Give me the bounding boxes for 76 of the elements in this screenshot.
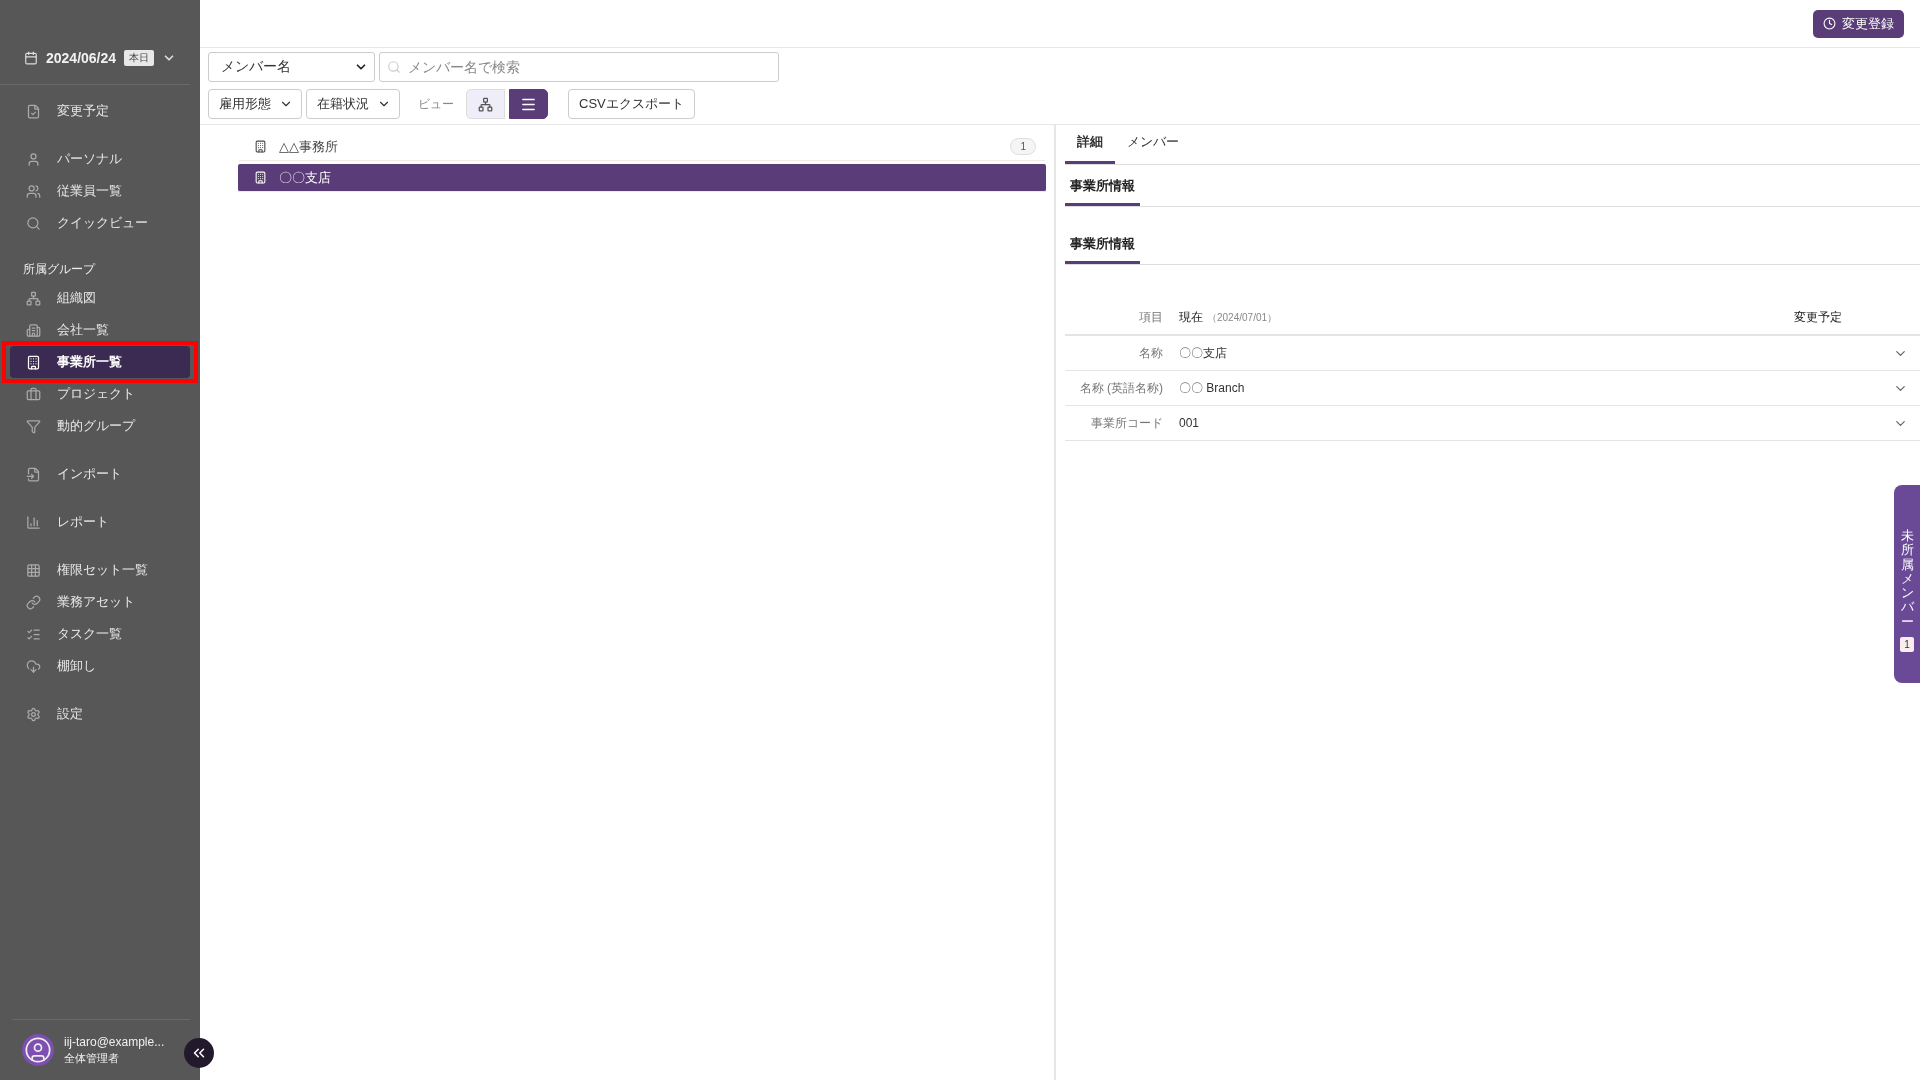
calendar-icon — [24, 51, 38, 65]
tree-view-button[interactable] — [466, 89, 505, 119]
count-badge: 1 — [1010, 138, 1036, 155]
group-label: 所属グループ — [22, 261, 97, 278]
nav-item[interactable]: 棚卸し — [10, 650, 190, 682]
field-label: 名称 (英語名称) — [1078, 379, 1163, 397]
count-badge: 1 — [1900, 637, 1914, 653]
side-tab-label: 未所属メンバー — [1900, 529, 1914, 630]
csv-export-button[interactable]: CSVエクスポート — [568, 89, 695, 119]
search-icon — [387, 60, 401, 74]
collapse-button[interactable] — [184, 1038, 214, 1068]
nav-item[interactable]: プロジェクト — [10, 378, 190, 410]
bar-chart-icon — [26, 514, 41, 530]
nav-item[interactable]: 事業所一覧 — [10, 346, 190, 378]
tree-item-label: △△事務所 — [279, 137, 339, 156]
user-email: iij-taro@example... — [64, 1034, 165, 1049]
nav-item[interactable]: 動的グループ — [10, 410, 190, 442]
cloud-download-icon — [26, 658, 41, 674]
field-label: 名称 — [1138, 344, 1163, 362]
field-value: 〇〇支店 — [1179, 344, 1228, 362]
checklist-icon — [26, 626, 41, 642]
hierarchy-icon — [26, 290, 41, 306]
search-icon — [26, 215, 41, 231]
nav-item[interactable]: 変更予定 — [10, 95, 190, 127]
view-label: ビュー — [418, 95, 454, 113]
clock-icon — [1823, 17, 1836, 30]
document-icon — [26, 103, 41, 119]
search-by-select[interactable]: メンバー名 — [208, 52, 375, 82]
nav-item[interactable]: 従業員一覧 — [10, 175, 190, 207]
nav-item[interactable]: 設定 — [10, 698, 190, 730]
column-date: （2024/07/01） — [1207, 311, 1278, 325]
unassigned-members-tab[interactable]: 未所属メンバー 1 — [1894, 485, 1920, 683]
hierarchy-icon — [478, 96, 493, 112]
filter-dropdown[interactable]: 雇用形態 — [208, 89, 302, 119]
briefcase-icon — [26, 386, 41, 402]
column-header: 項目 — [1138, 309, 1163, 326]
field-label: 事業所コード — [1090, 414, 1163, 432]
column-header: 現在 — [1179, 309, 1203, 326]
nav-item[interactable]: レポート — [10, 506, 190, 538]
tree-item[interactable]: △△事務所 1 — [238, 133, 1046, 161]
subtab[interactable]: 事業所情報 — [1065, 177, 1140, 206]
current-date: 2024/06/24 — [46, 50, 117, 66]
search-field[interactable]: メンバー名で検索 — [379, 52, 779, 82]
buildings-icon — [26, 322, 41, 338]
column-header: 変更予定 — [1794, 309, 1843, 326]
person-icon — [26, 151, 41, 167]
today-badge: 本日 — [124, 50, 155, 66]
tree-item-label: 〇〇支店 — [279, 168, 332, 187]
nav-item[interactable]: インポート — [10, 458, 190, 490]
nav-item[interactable]: 組織図 — [10, 282, 190, 314]
tree-item[interactable]: 〇〇支店 — [238, 164, 1046, 192]
tab[interactable]: 詳細 — [1065, 133, 1115, 164]
tab[interactable]: メンバー — [1115, 133, 1191, 164]
register-change-button[interactable]: 変更登録 — [1813, 9, 1904, 38]
grid-icon — [26, 562, 41, 578]
nav-item[interactable]: パーソナル — [10, 143, 190, 175]
settings-icon — [26, 706, 41, 722]
nav-item[interactable]: 業務アセット — [10, 586, 190, 618]
link-icon — [26, 594, 41, 610]
building-icon — [254, 171, 267, 184]
filter-icon — [26, 418, 41, 434]
field-value: 001 — [1179, 416, 1201, 430]
user-role: 全体管理者 — [64, 1050, 120, 1066]
nav-item[interactable]: クイックビュー — [10, 207, 190, 239]
nav-item[interactable]: タスク一覧 — [10, 618, 190, 650]
building-icon — [26, 354, 41, 370]
filter-dropdown[interactable]: 在籍状況 — [306, 89, 400, 119]
people-icon — [26, 183, 41, 199]
import-icon — [26, 466, 41, 482]
field-value: 〇〇 Branch — [1179, 379, 1246, 397]
nav-item[interactable]: 会社一覧 — [10, 314, 190, 346]
building-icon — [254, 140, 267, 153]
list-view-button[interactable] — [509, 89, 548, 119]
avatar[interactable] — [22, 1034, 54, 1066]
nav-item[interactable]: 権限セット一覧 — [10, 554, 190, 586]
section-title: 事業所情報 — [1065, 235, 1140, 264]
